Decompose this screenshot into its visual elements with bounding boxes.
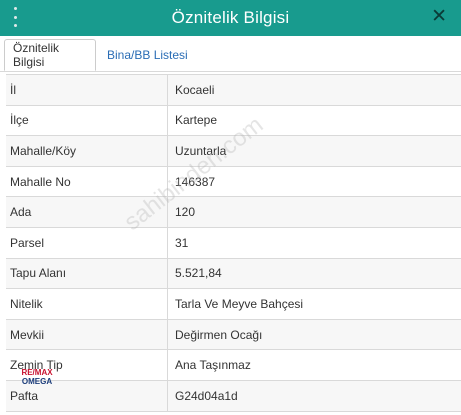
table-row: Nitelik Tarla Ve Meyve Bahçesi <box>6 289 461 320</box>
table-row: Ada 120 <box>6 197 461 228</box>
remax-logo: RE/MAX OMEGA <box>6 368 68 394</box>
table-row: Parsel 31 <box>6 227 461 259</box>
row-key: Nitelik <box>6 289 168 319</box>
row-value: 5.521,84 <box>175 266 222 281</box>
vertical-dots-icon[interactable] <box>11 7 19 27</box>
row-key: Tapu Alanı <box>6 258 168 289</box>
table-row: İl Kocaeli <box>6 75 461 106</box>
table-row: Tapu Alanı 5.521,84 <box>6 258 461 290</box>
table-row: Zemin Tip Ana Taşınmaz <box>6 350 461 381</box>
row-value: 120 <box>175 205 196 220</box>
row-key: Mahalle/Köy <box>6 136 168 166</box>
dialog-titlebar: Öznitelik Bilgisi ✕ <box>0 0 461 36</box>
logo-line2: OMEGA <box>21 377 53 386</box>
row-value: G24d04a1d <box>175 388 238 403</box>
row-value: Tarla Ve Meyve Bahçesi <box>175 296 304 311</box>
close-icon[interactable]: ✕ <box>431 6 447 28</box>
row-key: Mahalle No <box>6 166 168 197</box>
row-key: İlçe <box>6 105 168 136</box>
row-value: Değirmen Ocağı <box>175 327 263 342</box>
table-row: Mahalle/Köy Uzuntarla <box>6 136 461 167</box>
logo-line1: RE/MAX <box>21 368 53 377</box>
dialog-title: Öznitelik Bilgisi <box>171 8 290 27</box>
row-value: Kocaeli <box>175 82 215 97</box>
row-value: Kartepe <box>175 113 218 128</box>
row-key: Parsel <box>6 227 168 258</box>
row-key: Mevkii <box>6 319 168 350</box>
table-row: Pafta G24d04a1d <box>6 380 461 412</box>
row-value: Ana Taşınmaz <box>175 358 251 373</box>
tab-attribute-info[interactable]: Öznitelik Bilgisi <box>4 39 96 71</box>
row-value: Uzuntarla <box>175 143 227 158</box>
row-key: İl <box>6 75 168 105</box>
row-key: Ada <box>6 197 168 227</box>
tab-building-list[interactable]: Bina/BB Listesi <box>99 39 196 71</box>
tab-bar: Öznitelik Bilgisi Bina/BB Listesi <box>0 37 461 72</box>
table-row: Mevkii Değirmen Ocağı <box>6 319 461 351</box>
table-row: İlçe Kartepe <box>6 105 461 137</box>
row-value: 31 <box>175 235 189 250</box>
attribute-info-dialog: Öznitelik Bilgisi ✕ Öznitelik Bilgisi Bi… <box>0 0 461 415</box>
attribute-table: İl Kocaeli İlçe Kartepe Mahalle/Köy Uzuntar… <box>6 74 461 412</box>
row-value: 146387 <box>175 174 216 189</box>
table-row: Mahalle No 146387 <box>6 166 461 198</box>
